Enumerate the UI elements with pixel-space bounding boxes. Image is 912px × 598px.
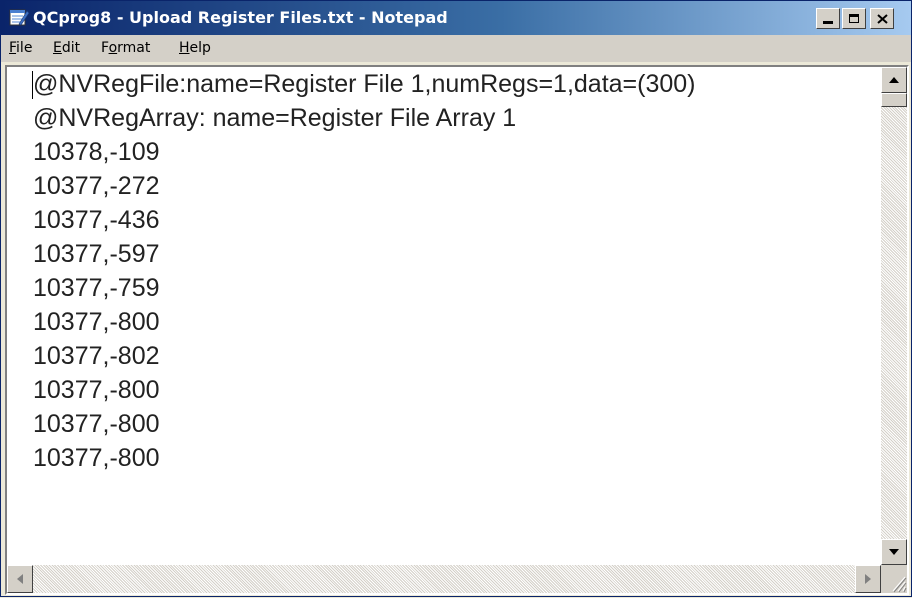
menu-format-mnemonic: o: [108, 40, 118, 56]
menu-help-mnemonic: H: [179, 40, 190, 56]
menu-file-label: ile: [16, 40, 33, 56]
close-button[interactable]: [870, 8, 894, 29]
menu-format-prefix: F: [101, 40, 109, 56]
text-line: 10377,-759: [33, 274, 160, 302]
scroll-down-button[interactable]: [881, 539, 907, 565]
text-line: 10377,-800: [33, 308, 160, 336]
minimize-button[interactable]: [816, 8, 840, 29]
text-line: 10378,-109: [33, 138, 160, 166]
menu-format-label: rmat: [117, 40, 151, 56]
menu-edit-label: dit: [61, 40, 81, 56]
menu-help-label: elp: [189, 40, 211, 56]
text-line: @NVRegArray: name=Register File Array 1: [33, 104, 517, 132]
text-line: 10377,-800: [33, 376, 160, 404]
arrow-right-icon: [865, 574, 871, 584]
menu-help[interactable]: Help: [179, 40, 211, 56]
notepad-window: QCprog8 - Upload Register Files.txt - No…: [0, 0, 912, 597]
title-bar[interactable]: QCprog8 - Upload Register Files.txt - No…: [1, 1, 911, 35]
menu-bar: File Edit Format Help: [1, 35, 911, 62]
size-grip-icon: [892, 576, 907, 593]
text-line: @NVRegFile:name=Register File 1,numRegs=…: [33, 70, 696, 98]
menu-file[interactable]: File: [9, 40, 32, 56]
maximize-button[interactable]: [842, 8, 866, 29]
text-line: 10377,-436: [33, 206, 160, 234]
text-content[interactable]: @NVRegFile:name=Register File 1,numRegs=…: [7, 67, 881, 565]
arrow-down-icon: [889, 549, 899, 555]
scroll-left-button[interactable]: [7, 565, 33, 593]
text-line: 10377,-800: [33, 444, 160, 472]
horizontal-scrollbar[interactable]: [7, 565, 881, 593]
text-editor[interactable]: @NVRegFile:name=Register File 1,numRegs=…: [5, 65, 909, 595]
text-line: 10377,-802: [33, 342, 160, 370]
text-line: 10377,-272: [33, 172, 160, 200]
vertical-scroll-thumb[interactable]: [881, 93, 907, 107]
vertical-scrollbar[interactable]: [881, 67, 907, 565]
maximize-icon: [849, 14, 859, 23]
menu-file-mnemonic: F: [9, 40, 17, 56]
arrow-left-icon: [17, 574, 23, 584]
minimize-icon: [823, 21, 833, 24]
text-line: 10377,-800: [33, 410, 160, 438]
notepad-icon: [9, 9, 29, 26]
text-line: 10377,-597: [33, 240, 160, 268]
close-icon: [876, 13, 888, 24]
resize-grip[interactable]: [881, 565, 907, 593]
scroll-up-button[interactable]: [881, 67, 907, 93]
arrow-up-icon: [889, 77, 899, 83]
menu-edit-mnemonic: E: [53, 40, 62, 56]
window-title: QCprog8 - Upload Register Files.txt - No…: [33, 8, 448, 27]
menu-edit[interactable]: Edit: [53, 40, 80, 56]
menu-format[interactable]: Format: [101, 40, 150, 56]
scroll-right-button[interactable]: [855, 565, 881, 593]
